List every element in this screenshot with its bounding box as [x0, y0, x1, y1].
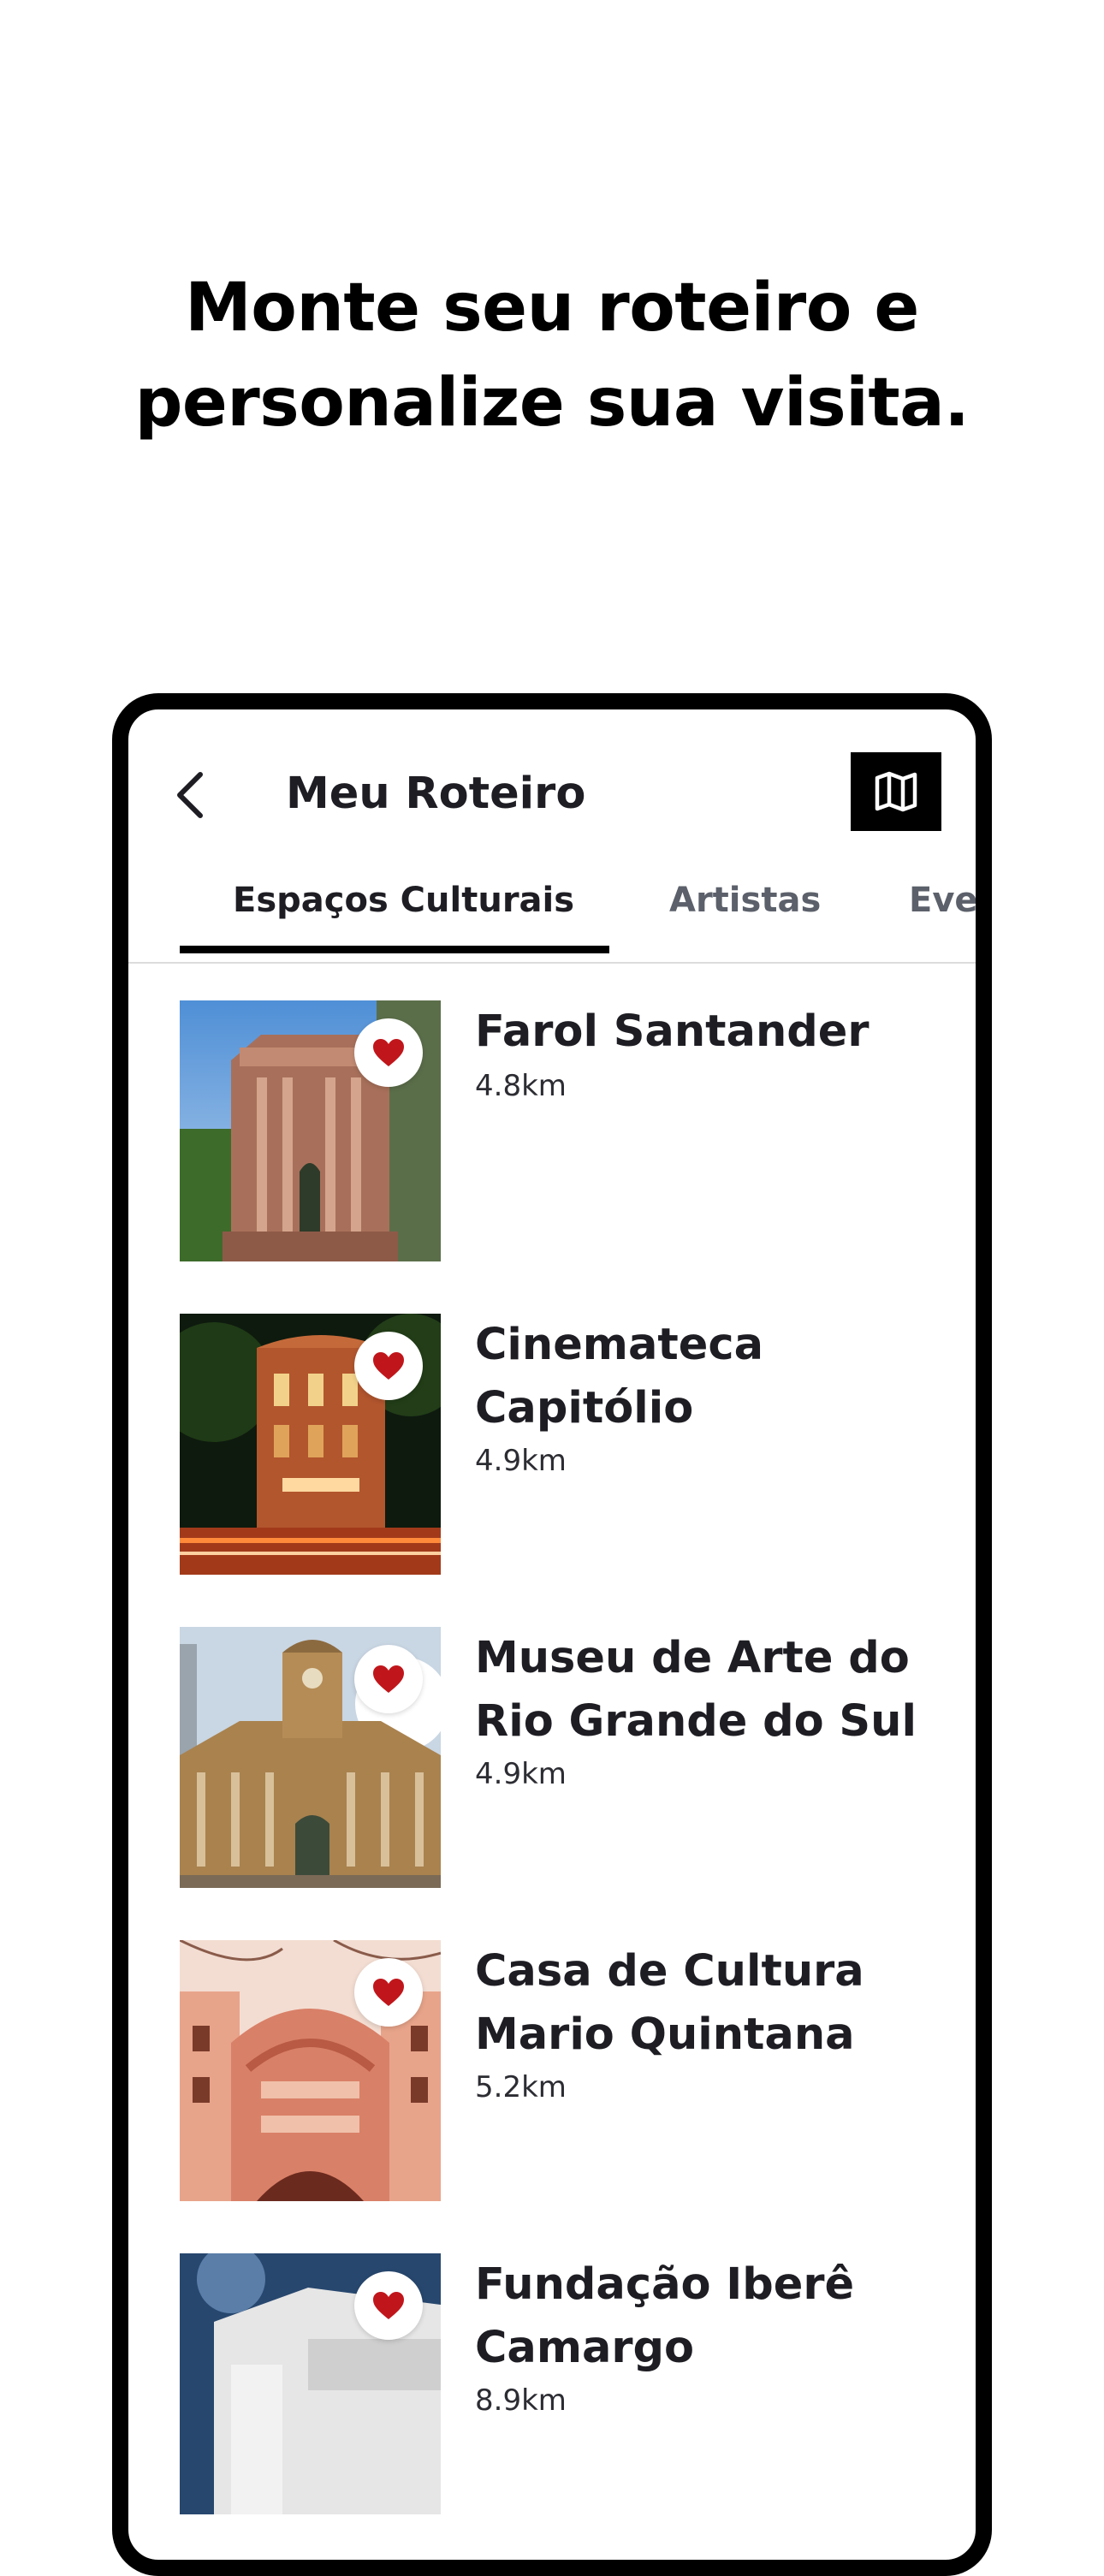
map-icon — [875, 771, 917, 812]
place-distance: 4.9km — [475, 1757, 567, 1791]
favorite-button[interactable] — [354, 2271, 423, 2340]
list-item[interactable]: Museu de Arte do Rio Grande do Sul 4.9km — [180, 1627, 933, 1888]
heart-icon — [373, 1979, 404, 2006]
heart-icon — [373, 2292, 404, 2319]
list-item[interactable]: Farol Santander 4.8km — [180, 1000, 933, 1261]
place-name: Museu de Arte do Rio Grande do Sul — [475, 1633, 917, 1747]
map-button[interactable] — [851, 752, 941, 831]
chevron-left-icon — [177, 772, 203, 818]
place-name: Fundação Iberê Camargo — [475, 2259, 855, 2373]
screen-title: Meu Roteiro — [286, 769, 586, 819]
favorite-button[interactable] — [354, 1018, 423, 1087]
place-name: Cinemateca Capitólio — [475, 1320, 763, 1433]
heart-icon — [373, 1665, 404, 1693]
place-name: Farol Santander — [475, 1006, 870, 1057]
list-item[interactable]: Casa de Cultura Mario Quintana 5.2km — [180, 1940, 933, 2201]
place-distance: 8.9km — [475, 2383, 567, 2418]
place-distance: 4.8km — [475, 1069, 567, 1103]
active-tab-indicator — [180, 946, 609, 953]
headline-line-1: Monte seu roteiro e — [185, 270, 919, 347]
tab-artistas[interactable]: Artistas — [669, 855, 821, 962]
place-distance: 4.9km — [475, 1444, 567, 1478]
headline-line-2: personalize sua visita. — [134, 365, 970, 442]
favorite-button[interactable] — [354, 1332, 423, 1400]
tab-eventos[interactable]: Eve — [909, 855, 976, 962]
back-button[interactable] — [173, 771, 207, 819]
list-item[interactable]: Cinemateca Capitólio 4.9km — [180, 1314, 933, 1575]
favorite-button[interactable] — [354, 1645, 423, 1713]
list-item[interactable]: Fundação Iberê Camargo 8.9km — [180, 2253, 933, 2514]
heart-icon — [373, 1352, 404, 1380]
favorite-button[interactable] — [354, 1958, 423, 2027]
page-headline: Monte seu roteiro e personalize sua visi… — [0, 261, 1104, 451]
app-screen: Meu Roteiro Espaços Culturais Artistas E… — [128, 709, 976, 2560]
phone-frame: Meu Roteiro Espaços Culturais Artistas E… — [112, 693, 992, 2576]
place-distance: 5.2km — [475, 2070, 567, 2104]
place-name: Casa de Cultura Mario Quintana — [475, 1946, 864, 2060]
heart-icon — [373, 1039, 404, 1066]
